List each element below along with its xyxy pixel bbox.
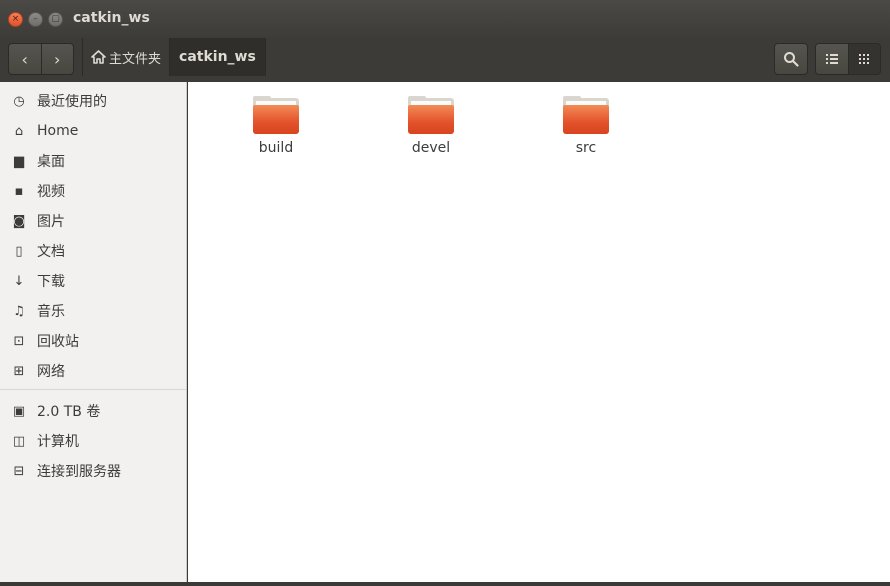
document-icon: ▯ xyxy=(15,243,23,259)
view-mode-buttons xyxy=(815,43,881,75)
video-icon: ▪ xyxy=(14,183,24,199)
title-bar: × – ▢ catkin_ws xyxy=(0,0,890,38)
forward-button[interactable]: › xyxy=(40,44,74,74)
file-view[interactable]: build devel src xyxy=(188,82,890,582)
close-icon: × xyxy=(11,14,20,24)
sidebar-item-label: 图片 xyxy=(37,214,65,230)
breadcrumb-home-label: 主文件夹 xyxy=(109,51,162,67)
desktop-folder-icon: ▆ xyxy=(14,153,24,169)
trash-icon: ⊡ xyxy=(13,333,25,349)
window-bottom-border xyxy=(0,582,890,586)
sidebar-item-label: 连接到服务器 xyxy=(37,464,121,480)
close-window-button[interactable]: × xyxy=(8,12,23,27)
minimize-icon: – xyxy=(33,14,38,24)
sidebar-item-label: Home xyxy=(37,123,79,139)
breadcrumb-current-label: catkin_ws xyxy=(179,49,256,65)
sidebar-item-videos[interactable]: ▪ 视频 xyxy=(0,176,186,206)
toolbar: ‹ › 主文件夹 catkin_ws xyxy=(0,38,890,82)
sidebar-item-label: 计算机 xyxy=(37,434,79,450)
home-icon xyxy=(91,50,106,64)
list-view-button[interactable] xyxy=(816,44,848,74)
sidebar-item-desktop[interactable]: ▆ 桌面 xyxy=(0,146,186,176)
sidebar-item-computer[interactable]: ◫ 计算机 xyxy=(0,426,186,456)
computer-icon: ◫ xyxy=(12,433,26,449)
breadcrumb-home[interactable]: 主文件夹 xyxy=(82,38,171,76)
folder-icon xyxy=(408,96,454,136)
sidebar-item-pictures[interactable]: ◙ 图片 xyxy=(0,206,186,236)
home-icon: ⌂ xyxy=(14,123,24,139)
sidebar: ◷ 最近使用的 ⌂ Home ▆ 桌面 ▪ 视频 ◙ 图片 ▯ 文档 ↓ 下载 … xyxy=(0,82,187,582)
network-icon: ⊞ xyxy=(13,363,25,379)
sidebar-item-recent[interactable]: ◷ 最近使用的 xyxy=(0,86,186,116)
sidebar-item-volume[interactable]: ▣ 2.0 TB 卷 xyxy=(0,396,186,426)
breadcrumb-current[interactable]: catkin_ws xyxy=(170,38,266,76)
download-icon: ↓ xyxy=(13,273,25,289)
folder-icon xyxy=(563,96,609,136)
sidebar-item-documents[interactable]: ▯ 文档 xyxy=(0,236,186,266)
list-view-icon xyxy=(825,54,838,64)
sidebar-item-home[interactable]: ⌂ Home xyxy=(0,116,186,146)
sidebar-item-label: 音乐 xyxy=(37,304,65,320)
sidebar-item-label: 文档 xyxy=(37,244,65,260)
file-item-src[interactable]: src xyxy=(541,96,631,160)
chevron-left-icon: ‹ xyxy=(21,49,28,69)
back-button[interactable]: ‹ xyxy=(9,44,41,74)
navigation-buttons: ‹ › xyxy=(8,43,74,75)
chevron-right-icon: › xyxy=(54,49,61,69)
drive-icon: ▣ xyxy=(12,403,26,419)
breadcrumb: 主文件夹 catkin_ws xyxy=(82,38,266,76)
sidebar-item-label: 下载 xyxy=(37,274,65,290)
sidebar-item-label: 桌面 xyxy=(37,154,65,170)
file-item-devel[interactable]: devel xyxy=(386,96,476,160)
grid-view-icon xyxy=(859,54,870,64)
camera-icon: ◙ xyxy=(12,213,26,229)
minimize-window-button[interactable]: – xyxy=(28,12,43,27)
file-item-build[interactable]: build xyxy=(231,96,321,160)
file-name: devel xyxy=(411,140,451,156)
window-title: catkin_ws xyxy=(73,10,150,26)
file-name: src xyxy=(575,140,597,156)
sidebar-item-downloads[interactable]: ↓ 下载 xyxy=(0,266,186,296)
music-icon: ♫ xyxy=(13,303,25,319)
maximize-icon: ▢ xyxy=(51,14,60,24)
sidebar-item-music[interactable]: ♫ 音乐 xyxy=(0,296,186,326)
file-name: build xyxy=(258,140,294,156)
sidebar-item-connect-server[interactable]: ⊟ 连接到服务器 xyxy=(0,456,186,486)
search-icon xyxy=(784,52,799,67)
maximize-window-button[interactable]: ▢ xyxy=(48,12,63,27)
sidebar-divider xyxy=(0,389,186,390)
recent-icon: ◷ xyxy=(13,93,25,109)
sidebar-item-label: 网络 xyxy=(37,364,65,380)
sidebar-item-label: 最近使用的 xyxy=(37,94,107,110)
sidebar-item-label: 回收站 xyxy=(37,334,79,350)
search-button[interactable] xyxy=(774,43,808,75)
grid-view-button[interactable] xyxy=(847,44,880,74)
sidebar-item-network[interactable]: ⊞ 网络 xyxy=(0,356,186,386)
folder-icon xyxy=(253,96,299,136)
sidebar-item-trash[interactable]: ⊡ 回收站 xyxy=(0,326,186,356)
sidebar-item-label: 2.0 TB 卷 xyxy=(37,404,101,420)
server-icon: ⊟ xyxy=(13,463,25,479)
sidebar-item-label: 视频 xyxy=(37,184,65,200)
